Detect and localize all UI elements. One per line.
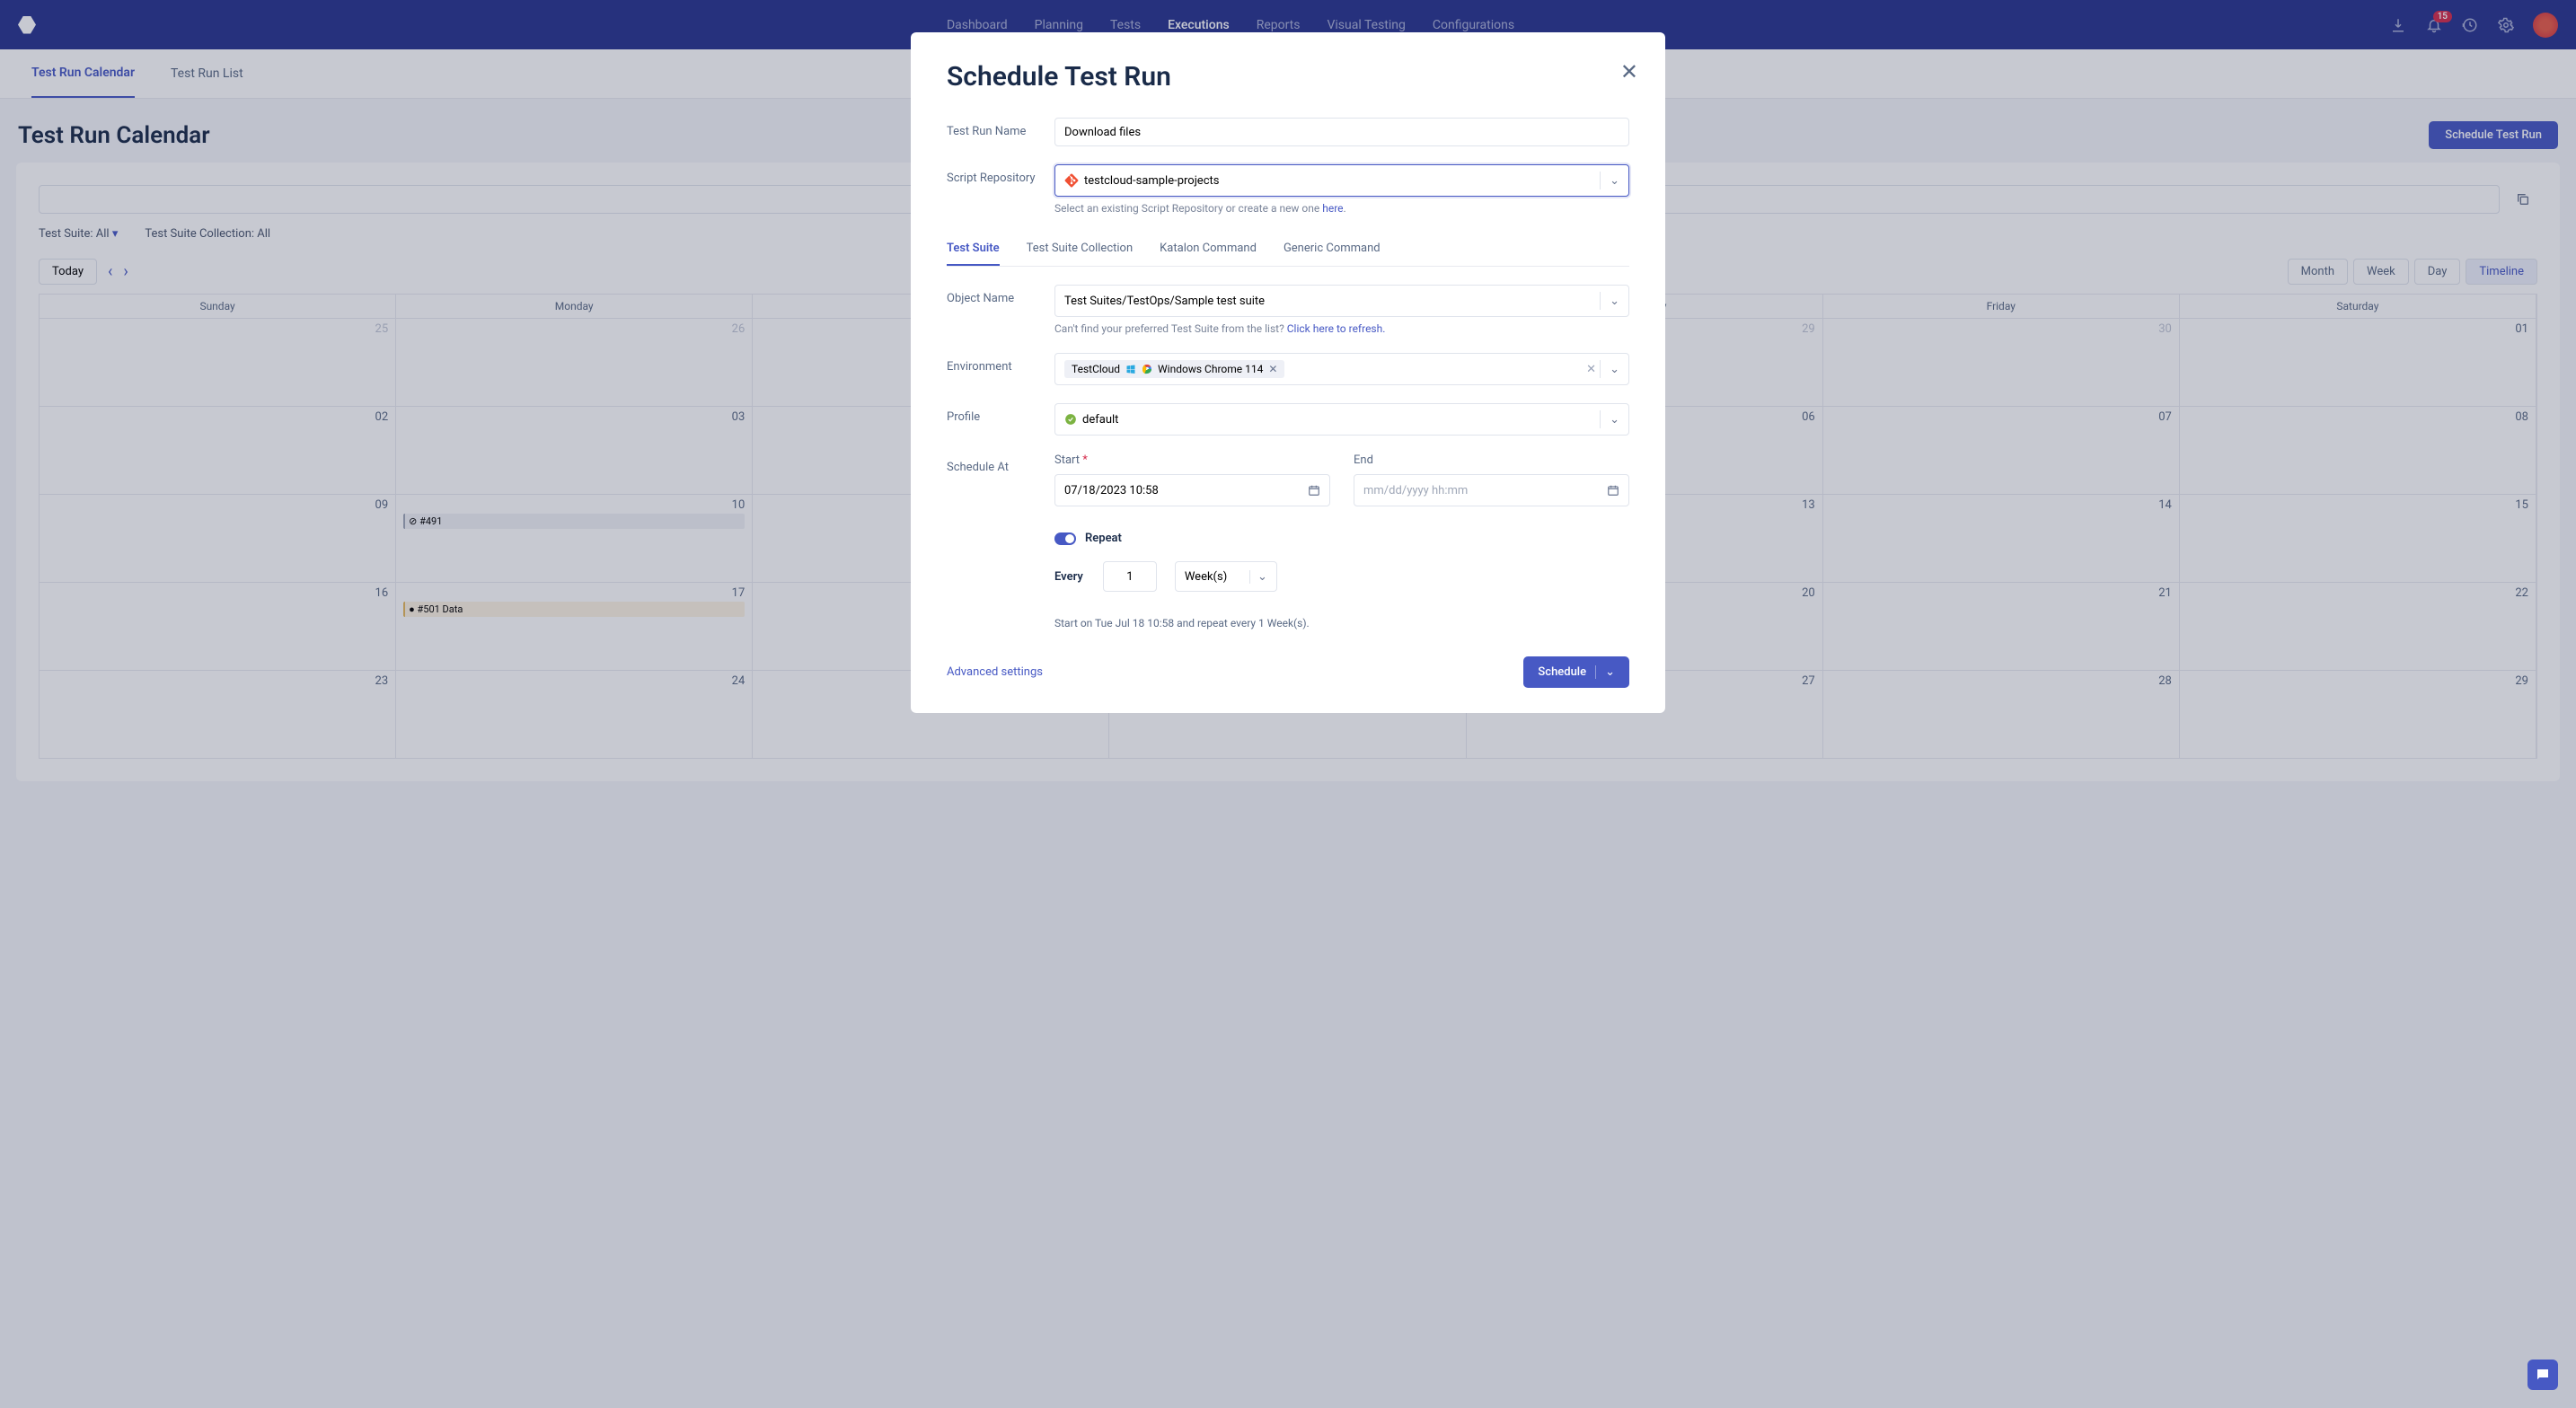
chevron-down-icon: ⌄ bbox=[1600, 292, 1619, 310]
clear-env-icon[interactable]: ✕ bbox=[1586, 363, 1596, 376]
close-icon[interactable]: ✕ bbox=[1620, 59, 1638, 84]
modal-tabs: Test Suite Test Suite Collection Katalon… bbox=[947, 233, 1629, 267]
every-unit-value: Week(s) bbox=[1185, 570, 1227, 584]
label-test-run-name: Test Run Name bbox=[947, 118, 1054, 138]
calendar-icon bbox=[1607, 484, 1619, 497]
end-date-input[interactable]: mm/dd/yyyy hh:mm bbox=[1354, 474, 1629, 506]
modal-overlay: Schedule Test Run ✕ Test Run Name Script… bbox=[0, 0, 2576, 1408]
calendar-icon bbox=[1308, 484, 1320, 497]
repeat-toggle[interactable] bbox=[1054, 532, 1076, 545]
script-repo-value: testcloud-sample-projects bbox=[1084, 174, 1219, 188]
remove-chip-icon[interactable]: ✕ bbox=[1268, 363, 1277, 375]
label-schedule-at: Schedule At bbox=[947, 453, 1054, 474]
label-repeat: Repeat bbox=[1085, 532, 1122, 545]
object-name-select[interactable]: Test Suites/TestOps/Sample test suite ⌄ bbox=[1054, 285, 1629, 317]
schedule-modal: Schedule Test Run ✕ Test Run Name Script… bbox=[911, 32, 1665, 713]
test-run-name-input[interactable] bbox=[1054, 118, 1629, 146]
chrome-icon bbox=[1142, 364, 1152, 374]
environment-select[interactable]: TestCloud Windows Chrome 114 ✕ ✕ ⌄ bbox=[1054, 353, 1629, 385]
repo-here-link[interactable]: here bbox=[1322, 202, 1343, 215]
object-name-value: Test Suites/TestOps/Sample test suite bbox=[1064, 295, 1265, 308]
tab-generic-command[interactable]: Generic Command bbox=[1284, 233, 1381, 266]
label-profile: Profile bbox=[947, 403, 1054, 424]
chevron-down-icon: ⌄ bbox=[1600, 172, 1619, 189]
git-icon bbox=[1064, 173, 1079, 188]
windows-icon bbox=[1125, 364, 1136, 374]
profile-icon bbox=[1064, 413, 1077, 426]
script-repo-select[interactable]: testcloud-sample-projects ⌄ bbox=[1054, 164, 1629, 197]
end-date-placeholder: mm/dd/yyyy hh:mm bbox=[1363, 484, 1468, 497]
modal-title: Schedule Test Run bbox=[947, 61, 1629, 92]
chevron-down-icon: ⌄ bbox=[1600, 410, 1619, 428]
every-unit-select[interactable]: Week(s) ⌄ bbox=[1175, 561, 1277, 592]
label-start: Start * bbox=[1054, 453, 1330, 467]
object-helper: Can't find your preferred Test Suite fro… bbox=[1054, 322, 1629, 335]
refresh-link[interactable]: Click here to refresh. bbox=[1287, 322, 1386, 335]
label-environment: Environment bbox=[947, 353, 1054, 374]
every-number-input[interactable] bbox=[1103, 561, 1157, 592]
label-every: Every bbox=[1054, 570, 1083, 584]
label-end: End bbox=[1354, 453, 1629, 467]
tab-test-suite-collection[interactable]: Test Suite Collection bbox=[1027, 233, 1134, 266]
schedule-button[interactable]: Schedule ⌄ bbox=[1523, 656, 1629, 688]
label-script-repo: Script Repository bbox=[947, 164, 1054, 185]
chat-float-button[interactable] bbox=[2527, 1360, 2558, 1390]
tab-test-suite[interactable]: Test Suite bbox=[947, 233, 1000, 266]
tab-katalon-command[interactable]: Katalon Command bbox=[1160, 233, 1257, 266]
profile-value: default bbox=[1082, 413, 1118, 427]
chevron-down-icon: ⌄ bbox=[1595, 665, 1615, 679]
profile-select[interactable]: default ⌄ bbox=[1054, 403, 1629, 436]
start-date-input[interactable]: 07/18/2023 10:58 bbox=[1054, 474, 1330, 506]
repeat-summary: Start on Tue Jul 18 10:58 and repeat eve… bbox=[1054, 617, 1629, 629]
chevron-down-icon: ⌄ bbox=[1600, 360, 1619, 378]
advanced-settings-link[interactable]: Advanced settings bbox=[947, 665, 1043, 679]
label-object-name: Object Name bbox=[947, 285, 1054, 305]
chevron-down-icon: ⌄ bbox=[1249, 570, 1267, 584]
environment-chip: TestCloud Windows Chrome 114 ✕ bbox=[1064, 360, 1284, 378]
start-date-value: 07/18/2023 10:58 bbox=[1064, 484, 1159, 497]
repo-helper: Select an existing Script Repository or … bbox=[1054, 202, 1629, 215]
